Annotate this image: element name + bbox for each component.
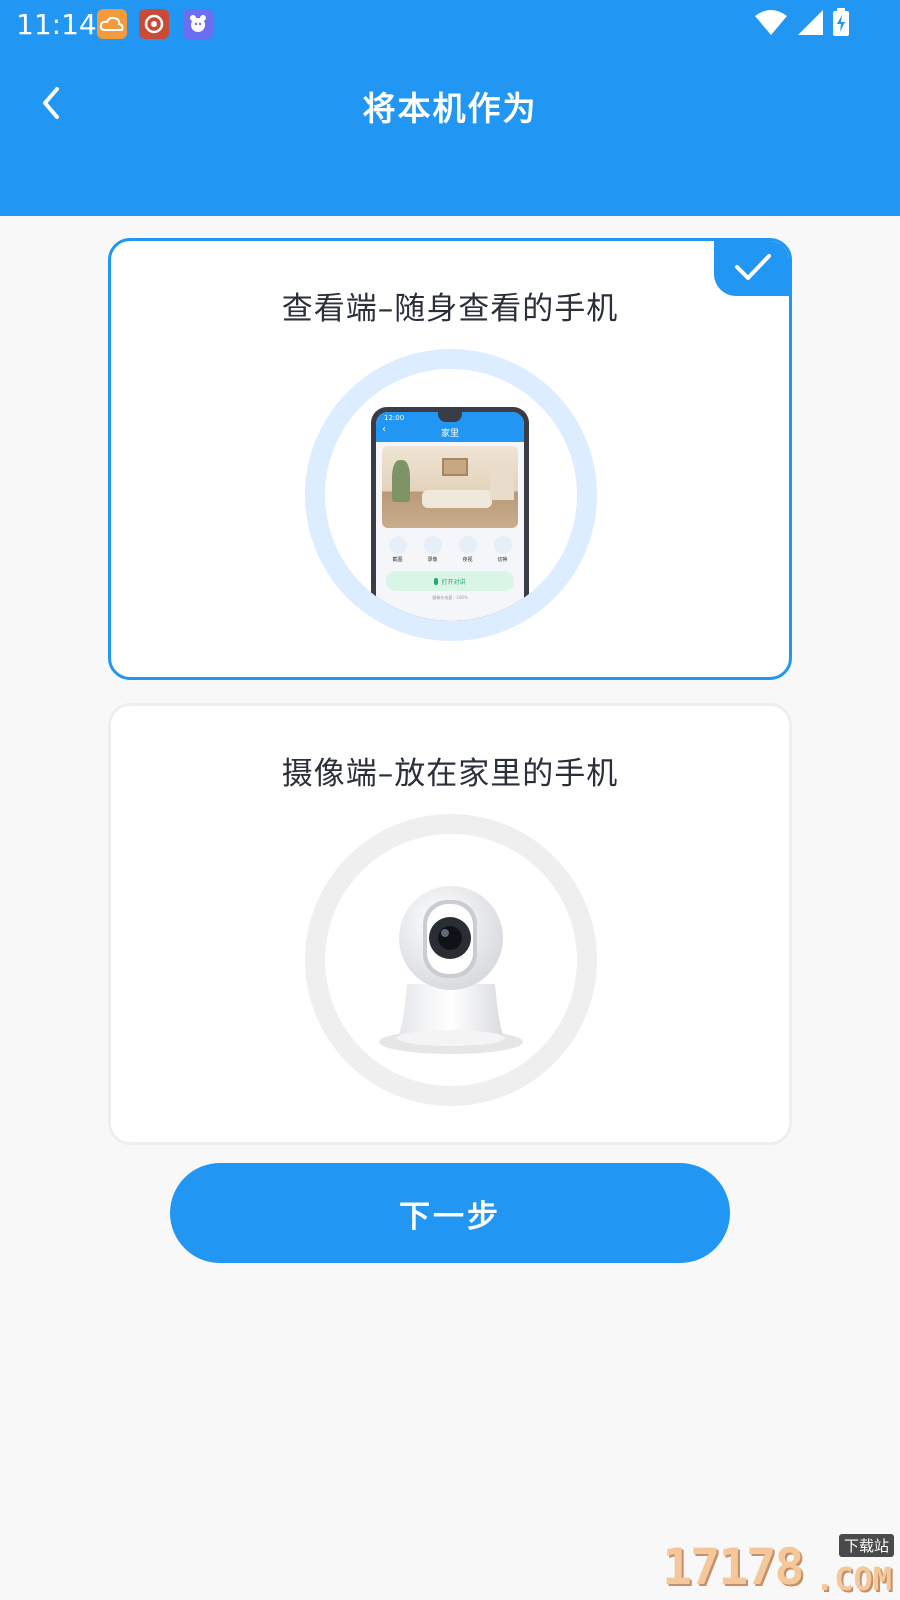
option-card-camera[interactable]: 摄像端–放在家里的手机 bbox=[108, 703, 792, 1145]
title-bar: 将本机作为 bbox=[0, 70, 900, 140]
mic-icon bbox=[434, 577, 439, 585]
watermark-suffix: .COM bbox=[814, 1560, 892, 1598]
phone-talk-button: 打开对讲 bbox=[386, 571, 514, 591]
phone-action-switch: 切换 bbox=[493, 536, 512, 563]
security-camera-illustration bbox=[305, 814, 597, 1106]
phone-screen-title: 家里 bbox=[440, 429, 459, 439]
battery-charging-icon bbox=[832, 8, 850, 40]
option-title-viewer: 查看端–随身查看的手机 bbox=[281, 291, 619, 327]
checkmark-icon bbox=[735, 254, 771, 280]
wifi-icon bbox=[754, 8, 788, 40]
status-indicators bbox=[754, 8, 850, 40]
phone-mockup: 12:00 家里 ‹ 截图 录像 夜视 切换 打开对讲 摄像头电量：100% bbox=[371, 407, 529, 621]
option-title-camera: 摄像端–放在家里的手机 bbox=[281, 756, 619, 792]
status-time: 11:14 bbox=[16, 8, 97, 41]
next-button[interactable]: 下一步 bbox=[170, 1163, 730, 1263]
watermark-digits: 17178 bbox=[662, 1538, 805, 1596]
phone-footer: 摄像头电量：100% bbox=[432, 595, 468, 600]
phone-back-icon: ‹ bbox=[382, 424, 386, 435]
app-header: 11:14 将本机作为 bbox=[0, 0, 900, 216]
phone-viewer-illustration: 12:00 家里 ‹ 截图 录像 夜视 切换 打开对讲 摄像头电量：100% bbox=[305, 349, 597, 641]
page-title: 将本机作为 bbox=[362, 89, 538, 128]
signal-icon bbox=[796, 8, 824, 40]
phone-screen-time: 12:00 bbox=[384, 414, 405, 422]
site-watermark: 17178 下载站 .COM bbox=[662, 1534, 894, 1598]
phone-action-record: 录像 bbox=[423, 536, 442, 563]
pet-app-icon bbox=[183, 9, 213, 39]
security-camera-icon bbox=[379, 886, 523, 1054]
watermark-cn: 下载站 bbox=[838, 1534, 894, 1557]
weibo-icon bbox=[139, 9, 169, 39]
phone-action-screenshot: 截图 bbox=[388, 536, 407, 563]
status-bar: 11:14 bbox=[0, 0, 900, 48]
camera-feed-preview bbox=[382, 446, 518, 528]
option-card-viewer[interactable]: 查看端–随身查看的手机 12:00 家里 ‹ 截图 录像 夜视 切换 打开对讲 … bbox=[108, 238, 792, 680]
phone-action-night: 夜视 bbox=[458, 536, 477, 563]
weather-app-icon bbox=[97, 9, 127, 39]
